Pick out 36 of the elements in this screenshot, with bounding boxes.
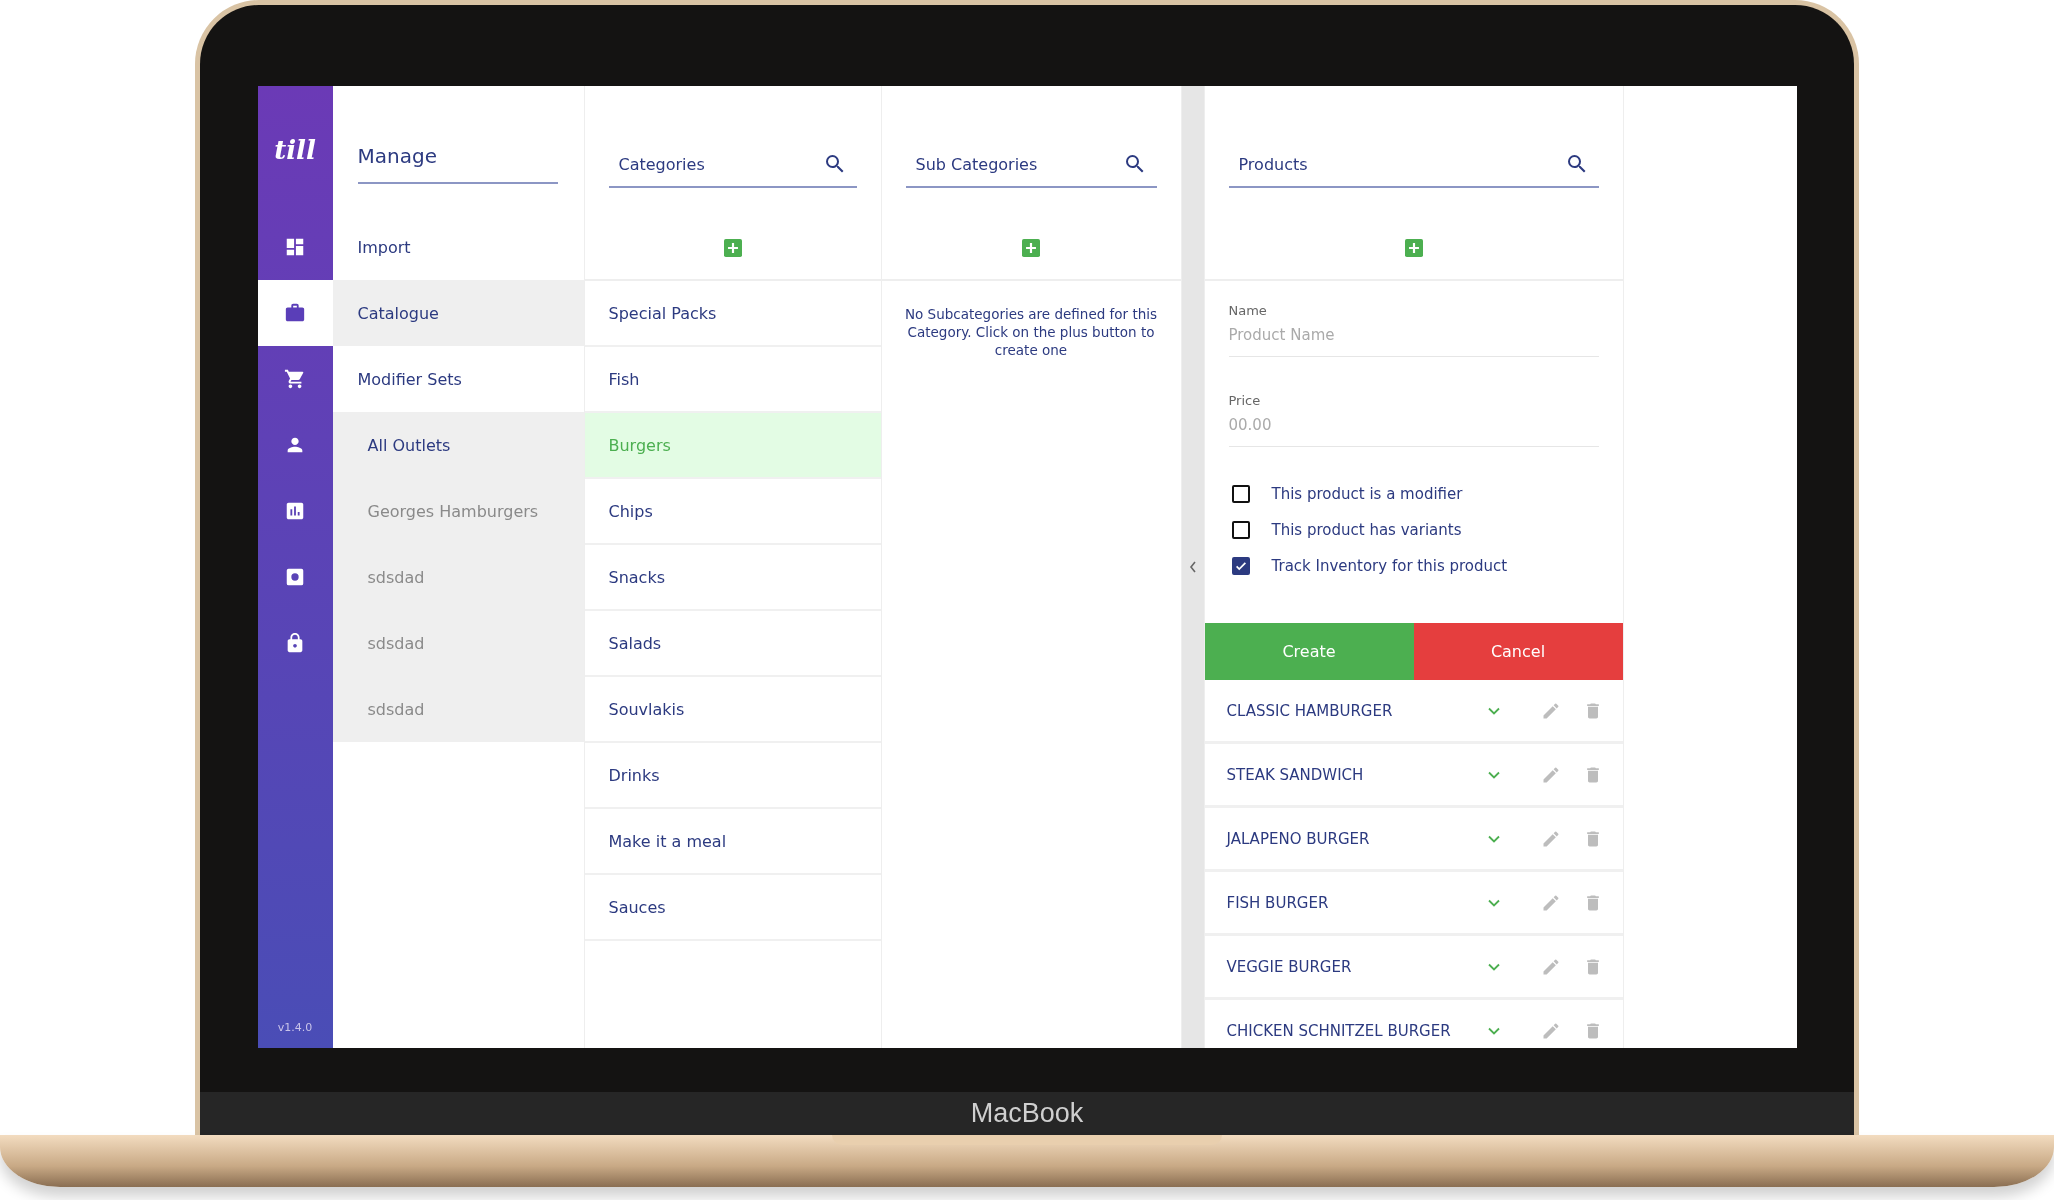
category-item[interactable]: Souvlakis [584, 677, 881, 743]
product-name: CHICKEN SCHNITZEL BURGER [1226, 1021, 1452, 1040]
product-name: JALAPENO BURGER [1226, 829, 1371, 848]
panel-title: Manage [357, 144, 558, 184]
checkbox-label: Track Inventory for this product [1271, 557, 1508, 575]
category-item[interactable]: Salads [584, 611, 881, 677]
cancel-button[interactable]: Cancel [1413, 623, 1623, 680]
menu-item[interactable]: Catalogue [332, 280, 584, 346]
product-row[interactable]: VEGGIE BURGER [1204, 936, 1623, 1000]
product-name: STEAK SANDWICH [1226, 765, 1365, 784]
product-name: CLASSIC HAMBURGER [1226, 701, 1394, 720]
field-label: Name [1228, 303, 1268, 318]
category-item[interactable]: Drinks [584, 743, 881, 809]
search-field[interactable]: Categories [618, 154, 823, 174]
product-row[interactable]: FISH BURGER [1204, 872, 1623, 936]
search-field[interactable]: Sub Categories [915, 154, 1123, 174]
category-item[interactable]: Chips [584, 479, 881, 545]
product-row[interactable]: STEAK SANDWICH [1204, 744, 1623, 808]
device-label: MacBook [970, 1098, 1084, 1129]
checkbox-label: This product has variants [1271, 521, 1462, 539]
product-row[interactable]: CHICKEN SCHNITZEL BURGER [1204, 1000, 1623, 1048]
category-item[interactable]: Make it a meal [584, 809, 881, 875]
product-row[interactable]: CLASSIC HAMBURGER [1204, 680, 1623, 744]
field-label: Price [1228, 393, 1262, 408]
empty-message: No Subcategories are defined for this Category. Click on the plus button to create one [903, 305, 1159, 359]
product-name: FISH BURGER [1226, 893, 1330, 912]
product-row[interactable]: JALAPENO BURGER [1204, 808, 1623, 872]
search-field[interactable]: Products [1238, 154, 1565, 174]
category-item[interactable]: Sauces [584, 875, 881, 941]
logo: till [274, 135, 316, 165]
product-name: VEGGIE BURGER [1226, 957, 1353, 976]
submenu-item[interactable]: All Outlets [332, 412, 584, 478]
category-item[interactable]: Snacks [584, 545, 881, 611]
version-label: v1.4.0 [276, 1021, 314, 1036]
category-item[interactable]: Special Packs [584, 281, 881, 347]
checkbox-label: This product is a modifier [1271, 485, 1463, 503]
